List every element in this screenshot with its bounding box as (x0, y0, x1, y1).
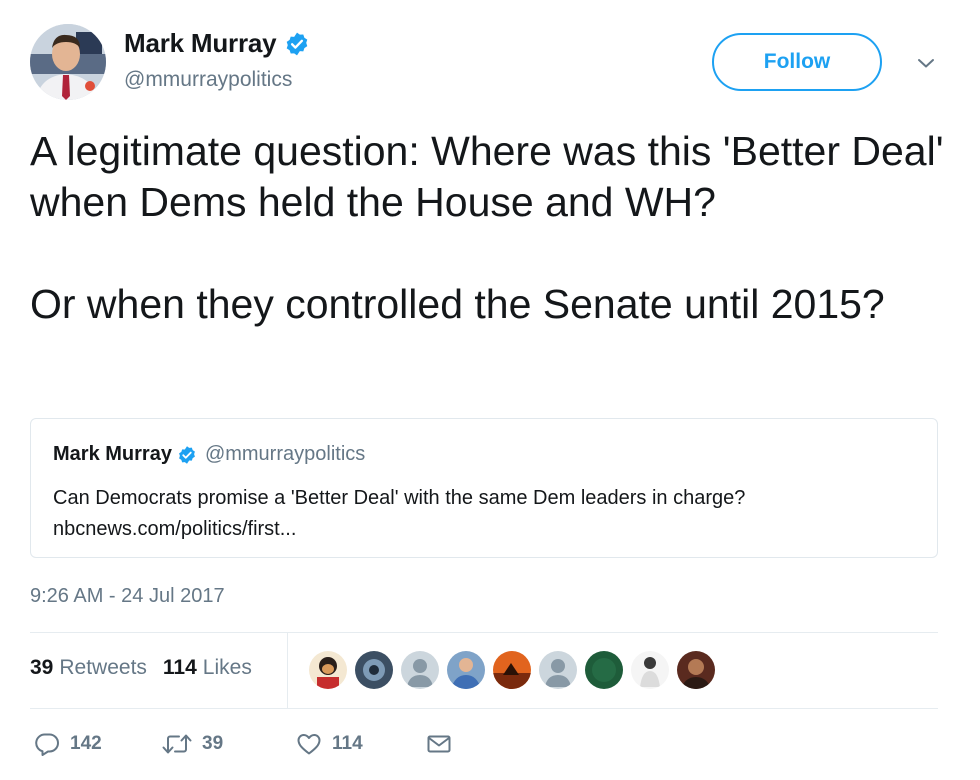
reply-button[interactable]: 142 (34, 732, 102, 756)
liker-avatar[interactable] (401, 651, 439, 689)
verified-badge-icon (177, 445, 197, 465)
chevron-down-icon[interactable] (914, 54, 938, 72)
stats-divider (287, 633, 288, 708)
quoted-tweet-text: Can Democrats promise a 'Better Deal' wi… (53, 483, 913, 545)
retweets-count: 39 (30, 656, 54, 679)
liker-avatar[interactable] (447, 651, 485, 689)
retweet-icon (162, 732, 192, 756)
likes-label: Likes (202, 656, 252, 679)
like-count: 114 (332, 733, 363, 754)
divider (30, 632, 938, 633)
liker-avatar[interactable] (355, 651, 393, 689)
liker-avatar[interactable] (585, 651, 623, 689)
retweet-count: 39 (202, 733, 224, 754)
tweet-stats: 39 Retweets 114 Likes (30, 656, 252, 680)
retweets-stat[interactable]: 39 Retweets (30, 656, 147, 680)
tweet-text: A legitimate question: Where was this 'B… (30, 128, 944, 327)
quoted-author-name: Mark Murray (53, 443, 172, 465)
author-name[interactable]: Mark Murray (124, 28, 277, 59)
retweets-label: Retweets (59, 656, 147, 679)
liker-avatar[interactable] (631, 651, 669, 689)
follow-button[interactable]: Follow (712, 33, 882, 91)
liker-avatar[interactable] (539, 651, 577, 689)
quoted-author-handle: @mmurraypolitics (204, 443, 366, 465)
tweet-timestamp[interactable]: 9:26 AM - 24 Jul 2017 (30, 585, 225, 608)
verified-badge-icon (284, 31, 310, 57)
retweet-button[interactable]: 39 (162, 732, 223, 756)
likes-count: 114 (162, 656, 197, 679)
liker-avatar[interactable] (309, 651, 347, 689)
tweet-card: Mark Murray @mmurraypolitics Follow A le… (0, 0, 980, 780)
quoted-tweet-link[interactable]: nbcnews.com/politics/first... (53, 514, 913, 545)
divider (30, 708, 938, 709)
author-avatar[interactable] (30, 24, 106, 100)
liker-avatar[interactable] (677, 651, 715, 689)
author-handle[interactable]: @mmurraypolitics (124, 68, 292, 92)
envelope-icon (426, 732, 452, 756)
direct-message-button[interactable] (426, 732, 452, 756)
reply-count: 142 (70, 733, 102, 754)
quoted-tweet[interactable]: Mark Murray @mmurraypolitics Can Democra… (30, 418, 938, 558)
author-name-row: Mark Murray (124, 28, 310, 59)
heart-icon (296, 732, 322, 756)
quoted-tweet-body: Can Democrats promise a 'Better Deal' wi… (53, 487, 746, 509)
like-button[interactable]: 114 (296, 732, 363, 756)
quoted-tweet-header: Mark Murray @mmurraypolitics (53, 443, 365, 466)
liker-avatar[interactable] (493, 651, 531, 689)
liker-avatars (309, 651, 723, 689)
likes-stat[interactable]: 114 Likes (163, 656, 252, 680)
reply-icon (34, 732, 60, 756)
